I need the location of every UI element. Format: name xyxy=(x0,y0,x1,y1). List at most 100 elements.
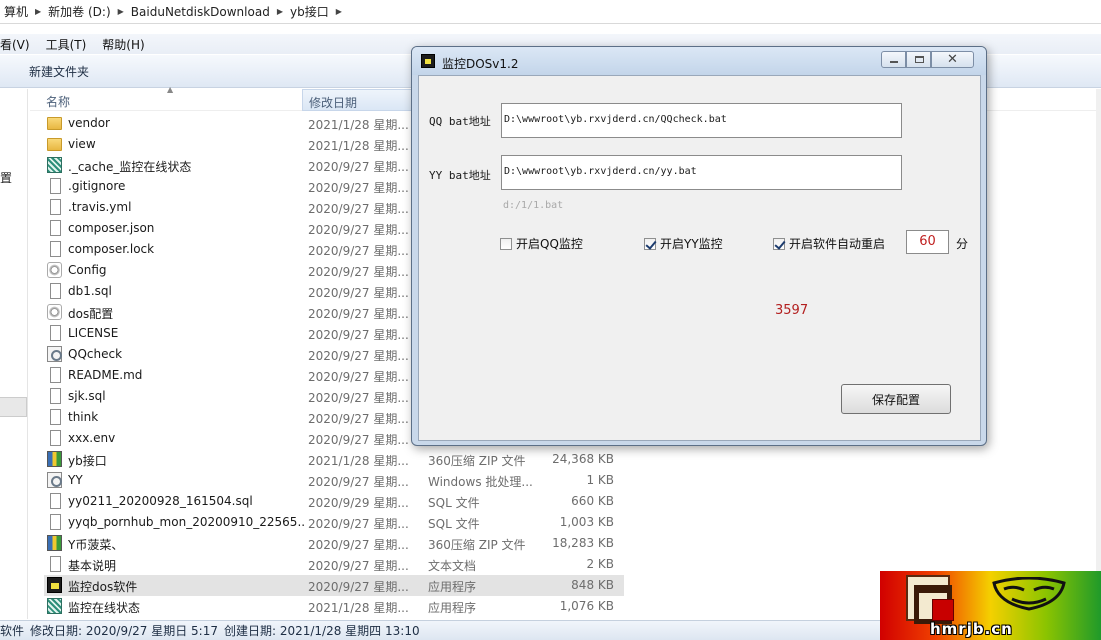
document-icon xyxy=(50,556,61,572)
file-name: xxx.env xyxy=(68,431,116,445)
file-date: 2020/9/27 星期... xyxy=(308,412,408,426)
file-row[interactable]: yb接口 2021/1/28 星期... 360压缩 ZIP 文件 24,368 KB xyxy=(44,449,624,470)
file-date: 2020/9/27 星期... xyxy=(308,559,408,573)
file-date: 2020/9/27 星期... xyxy=(308,286,408,300)
menu-tools[interactable]: 工具(T) xyxy=(46,36,95,53)
chevron-right-icon[interactable]: ▶ xyxy=(274,7,286,16)
maximize-button[interactable] xyxy=(906,51,931,68)
file-type: 360压缩 ZIP 文件 xyxy=(428,538,526,552)
nav-item-label[interactable]: 置 xyxy=(0,169,12,186)
document-icon xyxy=(50,388,61,404)
yy-monitor-checkbox[interactable]: 开启YY监控 xyxy=(644,235,723,252)
file-date: 2021/1/28 星期... xyxy=(308,601,408,615)
auto-restart-label[interactable]: 开启软件自动重启 xyxy=(789,235,885,252)
file-date: 2020/9/27 星期... xyxy=(308,349,408,363)
file-row[interactable]: 监控在线状态 2021/1/28 星期... 应用程序 1,076 KB xyxy=(44,596,624,617)
new-folder-button[interactable]: 新建文件夹 xyxy=(29,63,89,80)
file-name: Y币菠菜、 xyxy=(68,538,124,552)
qq-monitor-checkbox[interactable]: 开启QQ监控 xyxy=(500,235,583,252)
file-date: 2020/9/27 星期... xyxy=(308,307,408,321)
file-date: 2020/9/27 星期... xyxy=(308,538,408,552)
batch-file-icon xyxy=(47,346,62,362)
file-date: 2020/9/27 星期... xyxy=(308,433,408,447)
document-icon xyxy=(50,430,61,446)
watermark-text: hmrjb.cn xyxy=(930,620,1013,638)
file-size: 660 KB xyxy=(571,494,614,508)
navigation-pane[interactable]: 置 xyxy=(0,89,28,619)
qq-monitor-label[interactable]: 开启QQ监控 xyxy=(516,235,583,252)
yy-path-label: YY bat地址 xyxy=(429,169,491,182)
maximize-icon xyxy=(915,56,924,63)
app-title: 监控DOSv1.2 xyxy=(442,57,519,71)
file-size: 2 KB xyxy=(586,557,614,571)
restart-minutes-input[interactable]: 60 xyxy=(906,230,949,254)
file-type: Windows 批处理... xyxy=(428,475,533,489)
chevron-right-icon[interactable]: ▶ xyxy=(32,7,44,16)
document-icon xyxy=(50,283,61,299)
mask-logo-icon xyxy=(992,577,1066,611)
file-type: 应用程序 xyxy=(428,601,477,615)
file-name: .travis.yml xyxy=(68,200,132,214)
file-type: 360压缩 ZIP 文件 xyxy=(428,454,526,468)
column-header-name[interactable]: 名称 xyxy=(46,93,70,110)
file-type: SQL 文件 xyxy=(428,496,480,510)
file-size: 1,076 KB xyxy=(559,599,614,613)
chevron-right-icon[interactable]: ▶ xyxy=(115,7,127,16)
file-row[interactable]: yyqb_pornhub_mon_20200910_22565... 2020/9… xyxy=(44,512,624,533)
batch-file-icon xyxy=(47,472,62,488)
app-window: 监控DOSv1.2 ✕ QQ bat地址 D:\wwwroot\yb.rxvjd… xyxy=(411,46,987,446)
breadcrumb-computer[interactable]: 算机 xyxy=(0,3,32,20)
chevron-right-icon[interactable]: ▶ xyxy=(333,7,345,16)
app-title-bar[interactable]: 监控DOSv1.2 ✕ xyxy=(412,47,986,75)
nav-pane-scrollbar[interactable] xyxy=(0,397,27,417)
file-date: 2020/9/27 星期... xyxy=(308,244,408,258)
file-name: think xyxy=(68,410,99,424)
document-icon xyxy=(50,493,61,509)
status-created-date: 创建日期: 2021/1/28 星期四 13:10 xyxy=(223,624,420,638)
yy-monitor-label[interactable]: 开启YY监控 xyxy=(660,235,723,252)
status-file-name: 软件 xyxy=(0,624,25,638)
file-row[interactable]: 基本说明 2020/9/27 星期... 文本文档 2 KB xyxy=(44,554,624,575)
breadcrumb-yb[interactable]: yb接口 xyxy=(286,3,333,20)
file-type: 应用程序 xyxy=(428,580,477,594)
zip-archive-icon xyxy=(47,451,62,467)
red-seal-icon xyxy=(932,599,954,621)
qq-path-input[interactable]: D:\wwwroot\yb.rxvjderd.cn/QQcheck.bat xyxy=(501,103,902,138)
document-icon xyxy=(50,241,61,257)
file-name: LICENSE xyxy=(68,326,119,340)
breadcrumb-drive-d[interactable]: 新加卷 (D:) xyxy=(44,3,114,20)
file-row[interactable]: YY 2020/9/27 星期... Windows 批处理... 1 KB xyxy=(44,470,624,491)
file-date: 2020/9/27 星期... xyxy=(308,370,408,384)
file-list-scrollbar[interactable] xyxy=(1096,89,1101,619)
file-size: 1,003 KB xyxy=(559,515,614,529)
checkbox-box[interactable] xyxy=(644,237,656,250)
file-name: ._cache_监控在线状态 xyxy=(68,160,192,174)
file-name: db1.sql xyxy=(68,284,112,298)
settings-file-icon xyxy=(47,262,62,278)
file-name: 监控dos软件 xyxy=(68,580,138,594)
file-name: 基本说明 xyxy=(68,559,117,573)
application-icon xyxy=(47,577,62,593)
breadcrumb-baidunetdisk[interactable]: BaiduNetdiskDownload xyxy=(127,5,274,19)
file-row[interactable]: 监控dos软件 2020/9/27 星期... 应用程序 848 KB xyxy=(44,575,624,596)
file-date: 2020/9/27 星期... xyxy=(308,328,408,342)
checkbox-box[interactable] xyxy=(500,237,512,250)
close-button[interactable]: ✕ xyxy=(931,51,974,68)
document-icon xyxy=(50,367,61,383)
file-row[interactable]: yy0211_20200928_161504.sql 2020/9/29 星期..… xyxy=(44,491,624,512)
save-config-button[interactable]: 保存配置 xyxy=(841,384,951,414)
menu-help[interactable]: 帮助(H) xyxy=(102,36,152,53)
auto-restart-checkbox[interactable]: 开启软件自动重启 xyxy=(773,235,885,252)
column-header-date[interactable]: 修改日期 xyxy=(302,89,414,111)
file-name: composer.json xyxy=(68,221,155,235)
file-date: 2020/9/27 星期... xyxy=(308,202,408,216)
file-row[interactable]: Y币菠菜、 2020/9/27 星期... 360压缩 ZIP 文件 18,283 K… xyxy=(44,533,624,554)
file-type: SQL 文件 xyxy=(428,517,480,531)
yy-path-input[interactable]: D:\wwwroot\yb.rxvjderd.cn/yy.bat xyxy=(501,155,902,190)
checkbox-box[interactable] xyxy=(773,237,785,250)
minimize-button[interactable] xyxy=(881,51,906,68)
file-date: 2020/9/27 星期... xyxy=(308,475,408,489)
file-date: 2020/9/27 星期... xyxy=(308,223,408,237)
menu-view[interactable]: 看(V) xyxy=(0,36,38,53)
address-bar[interactable]: 算机 ▶ 新加卷 (D:) ▶ BaiduNetdiskDownload ▶ y… xyxy=(0,0,1101,24)
